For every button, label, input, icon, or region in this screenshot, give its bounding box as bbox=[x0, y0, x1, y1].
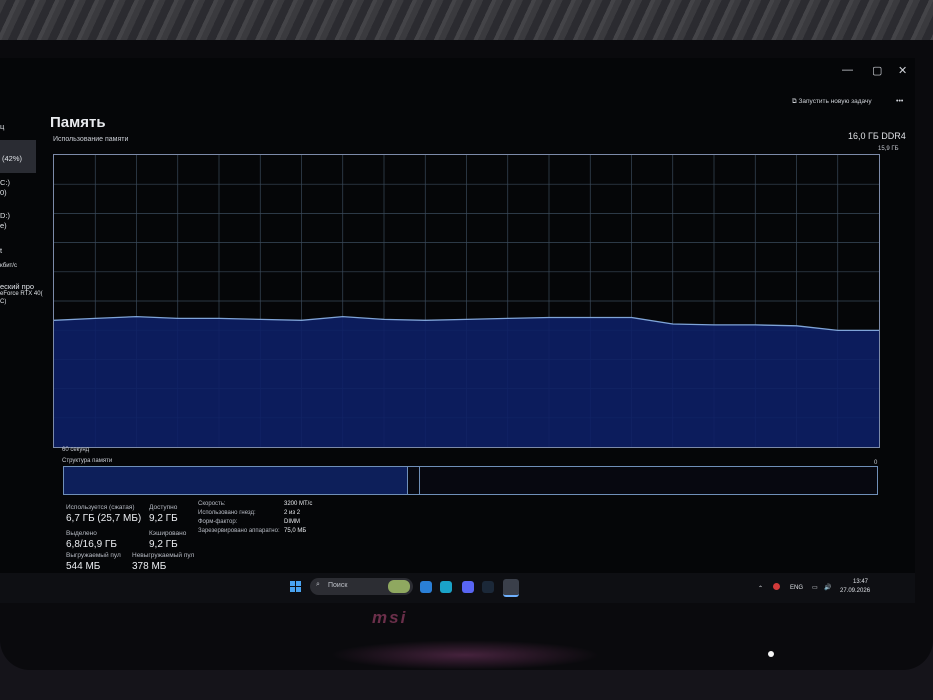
search-icon: ⌕ bbox=[316, 581, 320, 588]
sidebar-fragment: 0) bbox=[0, 188, 7, 197]
discord-icon[interactable] bbox=[462, 581, 474, 593]
cached-label: Кэшировано bbox=[149, 530, 187, 537]
minimize-button[interactable]: — bbox=[842, 64, 853, 76]
form-factor-value: DIMM bbox=[284, 519, 300, 525]
taskbar-search[interactable]: ⌕ Поиск bbox=[310, 578, 413, 595]
tray-app-icon[interactable] bbox=[773, 583, 780, 590]
clock-time[interactable]: 13:47 bbox=[853, 579, 868, 585]
memory-structure-bar bbox=[63, 466, 878, 495]
speed-value: 3200 MT/c bbox=[284, 501, 313, 507]
sidebar-fragment[interactable]: еский про bbox=[0, 282, 34, 291]
chart-max-value: 15,9 ГБ bbox=[878, 146, 899, 152]
page-title: Память bbox=[50, 114, 106, 131]
more-options-button[interactable]: ••• bbox=[896, 98, 903, 105]
start-button[interactable] bbox=[290, 581, 302, 593]
volume-icon[interactable]: 🔊 bbox=[824, 584, 831, 591]
paged-pool-label: Выгружаемый пул bbox=[66, 552, 121, 559]
nonpaged-pool-label: Невыгружаемый пул bbox=[132, 552, 195, 559]
edge-icon[interactable] bbox=[420, 581, 432, 593]
clock-date[interactable]: 27.09.2026 bbox=[840, 588, 870, 594]
telegram-icon[interactable] bbox=[440, 581, 452, 593]
structure-modified-segment bbox=[409, 467, 420, 494]
monitor-brand-logo: msi bbox=[372, 608, 408, 627]
search-highlight-image bbox=[388, 580, 410, 593]
sidebar-fragment[interactable]: t bbox=[0, 246, 2, 255]
run-new-task-button[interactable]: ⧉ Запустить новую задачу bbox=[792, 98, 872, 106]
slots-value: 2 из 2 bbox=[284, 510, 301, 516]
sidebar-fragment: eForce RTX 40( bbox=[0, 291, 43, 297]
sidebar-fragment: ц bbox=[0, 122, 5, 131]
paged-pool-value: 544 МБ bbox=[66, 561, 101, 572]
slots-label: Использовано гнезд: bbox=[198, 510, 256, 516]
nonpaged-pool-value: 378 МБ bbox=[132, 561, 167, 572]
available-label: Доступно bbox=[149, 504, 178, 511]
in-use-label: Используется (сжатая) bbox=[66, 504, 135, 511]
memory-usage-area bbox=[54, 316, 879, 447]
memory-usage-chart bbox=[53, 154, 880, 448]
memory-spec: 16,0 ГБ DDR4 bbox=[848, 131, 906, 141]
hardware-reserved-label: Зарезервировано аппаратно: bbox=[198, 528, 280, 534]
sidebar-fragment: e) bbox=[0, 221, 7, 230]
task-manager-icon[interactable] bbox=[503, 579, 519, 597]
time-window-label: 60 секунд bbox=[62, 447, 90, 453]
network-icon[interactable]: ▭ bbox=[812, 584, 818, 591]
maximize-button[interactable]: ▢ bbox=[872, 64, 882, 77]
committed-value: 6,8/16,9 ГБ bbox=[66, 539, 117, 550]
close-button[interactable]: ✕ bbox=[898, 64, 907, 77]
form-factor-label: Форм-фактор: bbox=[198, 519, 238, 525]
run-task-label: Запустить новую задачу bbox=[798, 98, 872, 105]
available-value: 9,2 ГБ bbox=[149, 513, 178, 524]
structure-in-use-segment bbox=[64, 467, 408, 494]
memory-usage-label: Использование памяти bbox=[53, 136, 129, 143]
memory-structure-label: Структура памяти bbox=[62, 458, 113, 464]
screen: — ▢ ✕ ⧉ Запустить новую задачу ••• ц (42… bbox=[0, 58, 915, 603]
monitor-glow bbox=[330, 640, 600, 670]
cached-value: 9,2 ГБ bbox=[149, 539, 178, 550]
sidebar-fragment: (42%) bbox=[2, 154, 23, 163]
language-indicator[interactable]: ENG bbox=[790, 585, 803, 591]
sidebar-fragment[interactable]: D:) bbox=[0, 211, 10, 220]
speed-label: Скорость: bbox=[198, 501, 226, 507]
power-led bbox=[768, 651, 774, 657]
sidebar-fragment: C) bbox=[0, 299, 7, 305]
steam-icon[interactable] bbox=[482, 581, 494, 593]
sidebar-fragment[interactable]: C:) bbox=[0, 178, 10, 187]
committed-label: Выделено bbox=[66, 530, 97, 537]
hardware-reserved-value: 75,0 МБ bbox=[284, 528, 307, 534]
in-use-value: 6,7 ГБ (25,7 МБ) bbox=[66, 513, 142, 524]
search-placeholder: Поиск bbox=[328, 582, 348, 589]
chevron-up-icon[interactable]: ⌃ bbox=[758, 585, 763, 592]
sidebar-fragment: кбит/с bbox=[0, 263, 17, 269]
